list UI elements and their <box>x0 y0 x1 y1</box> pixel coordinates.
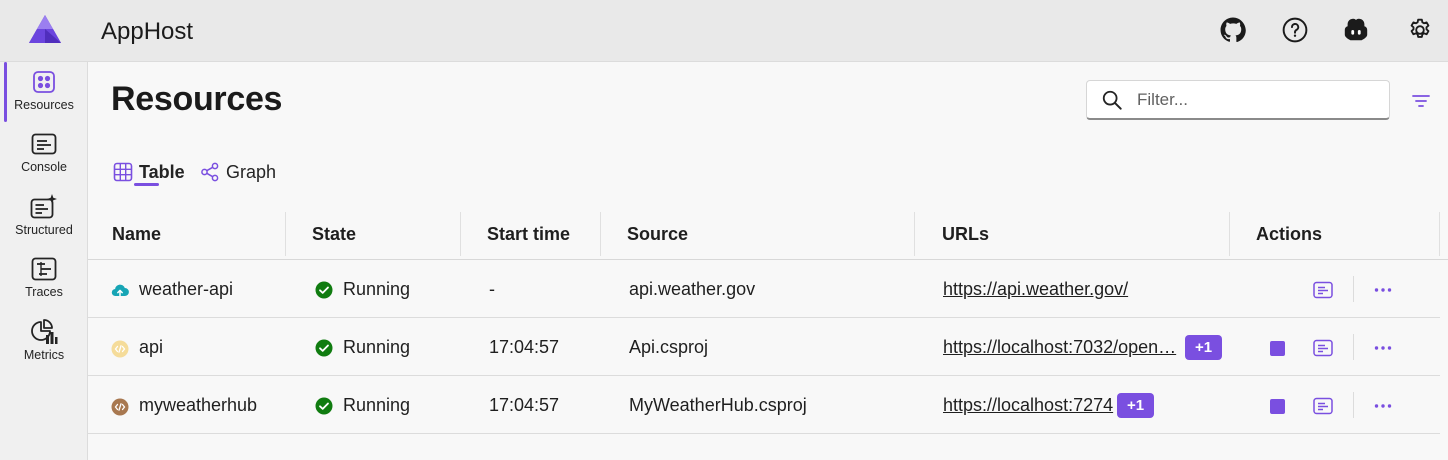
filter-input[interactable] <box>1137 89 1357 110</box>
resource-source: Api.csproj <box>629 337 709 357</box>
stop-resource-button[interactable] <box>1266 337 1288 359</box>
settings-icon[interactable] <box>1406 16 1434 44</box>
tab-graph[interactable]: Graph <box>200 156 276 188</box>
stop-resource-button[interactable] <box>1266 395 1288 417</box>
copilot-icon[interactable] <box>1342 16 1370 44</box>
more-urls-badge[interactable]: +1 <box>1117 393 1155 418</box>
running-status-icon <box>315 281 333 299</box>
column-header-actions: Actions <box>1256 224 1323 244</box>
column-header-start-time[interactable]: Start time <box>487 224 570 245</box>
graph-icon <box>201 162 219 182</box>
top-header: AppHost <box>0 0 1448 62</box>
view-logs-icon[interactable] <box>1312 337 1334 359</box>
app-title: AppHost <box>101 18 194 45</box>
project-icon <box>111 340 129 358</box>
sidebar-item-metrics[interactable]: Metrics <box>0 312 88 372</box>
resource-start-time: 17:04:57 <box>489 395 560 415</box>
search-icon <box>1102 90 1122 110</box>
column-header-state[interactable]: State <box>312 224 356 245</box>
github-icon[interactable] <box>1219 16 1247 44</box>
filter-options-icon[interactable] <box>1409 89 1433 113</box>
resource-start-time: - <box>489 279 495 299</box>
resource-source: MyWeatherHub.csproj <box>629 395 807 415</box>
more-actions-icon[interactable] <box>1372 279 1394 301</box>
table-row[interactable]: weather-api Running - api.weather.gov ht… <box>88 260 1440 318</box>
resources-icon <box>30 68 58 96</box>
running-status-icon <box>315 339 333 357</box>
table-row[interactable]: myweatherhub Running 17:04:57 MyWeatherH… <box>88 376 1440 434</box>
sidebar-item-label: Traces <box>25 285 63 299</box>
project-icon <box>111 398 129 416</box>
filter-field[interactable] <box>1086 80 1390 120</box>
resource-source: api.weather.gov <box>629 279 756 299</box>
resource-state: Running <box>343 279 411 299</box>
sidebar-item-structured[interactable]: Structured <box>0 187 88 247</box>
metrics-icon <box>30 318 58 346</box>
sidebar-item-resources[interactable]: Resources <box>0 62 88 122</box>
column-divider[interactable] <box>285 212 286 256</box>
stop-icon <box>1269 398 1285 414</box>
column-divider <box>1439 212 1440 256</box>
column-divider[interactable] <box>1229 212 1230 256</box>
column-divider[interactable] <box>914 212 915 256</box>
resource-name: api <box>139 337 164 357</box>
table-icon <box>113 162 133 182</box>
view-logs-icon[interactable] <box>1312 279 1334 301</box>
view-logs-icon[interactable] <box>1312 395 1334 417</box>
resource-state: Running <box>343 395 411 415</box>
column-divider[interactable] <box>600 212 601 256</box>
console-icon <box>30 130 58 158</box>
more-actions-icon[interactable] <box>1372 337 1394 359</box>
resource-state: Running <box>343 337 411 357</box>
sidebar: Resources Console Structured Traces Metr… <box>0 62 88 460</box>
more-actions-icon[interactable] <box>1372 395 1394 417</box>
resource-start-time: 17:04:57 <box>489 337 560 357</box>
running-status-icon <box>315 397 333 415</box>
column-header-name[interactable]: Name <box>112 224 161 245</box>
resource-url-link[interactable]: https://localhost:7032/open… <box>943 337 1176 358</box>
tab-label: Graph <box>226 161 277 182</box>
resource-name: myweatherhub <box>139 395 258 415</box>
table-header: Name State Start time Source URLs Action… <box>88 208 1448 260</box>
traces-icon <box>30 255 58 283</box>
actions-divider <box>1353 276 1354 302</box>
actions-divider <box>1353 392 1354 418</box>
actions-divider <box>1353 334 1354 360</box>
external-service-icon <box>111 284 129 297</box>
structured-icon <box>30 193 58 221</box>
page-title: Resources <box>111 80 283 118</box>
resource-name: weather-api <box>139 279 234 299</box>
column-divider[interactable] <box>460 212 461 256</box>
more-urls-badge[interactable]: +1 <box>1185 335 1223 360</box>
sidebar-item-label: Console <box>21 160 67 174</box>
sidebar-item-traces[interactable]: Traces <box>0 249 88 309</box>
table-row[interactable]: api Running 17:04:57 Api.csproj https://… <box>88 318 1440 376</box>
sidebar-item-label: Metrics <box>23 348 65 362</box>
tab-label: Table <box>139 161 185 182</box>
column-header-urls[interactable]: URLs <box>942 224 989 245</box>
column-header-source[interactable]: Source <box>627 224 688 245</box>
sidebar-item-label: Structured <box>15 223 73 237</box>
sidebar-item-console[interactable]: Console <box>0 124 88 184</box>
resource-url-link[interactable]: https://api.weather.gov/ <box>943 279 1128 300</box>
resource-url-link[interactable]: https://localhost:7274 <box>943 395 1113 416</box>
active-tab-indicator <box>134 183 159 186</box>
aspire-logo-icon[interactable] <box>27 13 63 45</box>
sidebar-item-label: Resources <box>14 98 74 112</box>
stop-icon <box>1269 340 1285 356</box>
help-icon[interactable] <box>1281 16 1309 44</box>
